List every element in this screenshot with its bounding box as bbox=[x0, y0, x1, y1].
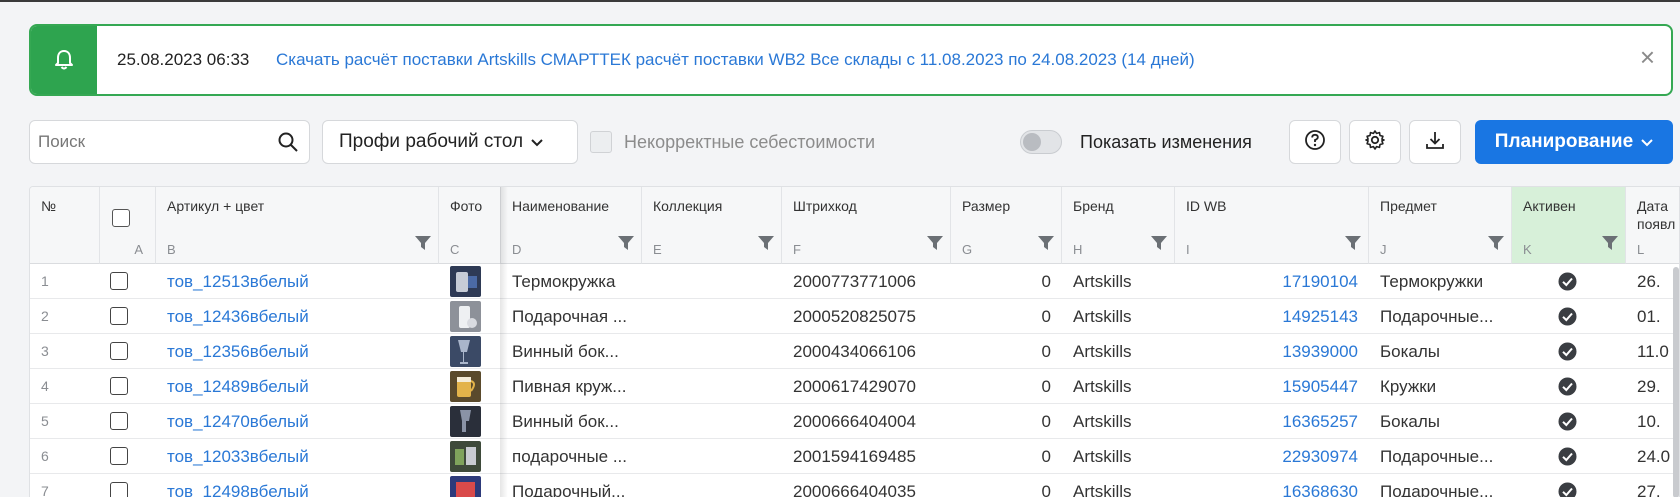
table-row[interactable]: 1 тов_12513вбелый Термокружка 2000773771… bbox=[30, 264, 1679, 299]
column-header-number[interactable]: № bbox=[30, 187, 100, 264]
column-header-active[interactable]: Активен K bbox=[1512, 187, 1626, 264]
row-checkbox[interactable] bbox=[110, 342, 128, 360]
column-header-select: A bbox=[100, 187, 156, 264]
search-input[interactable] bbox=[38, 131, 258, 153]
vertical-scrollbar[interactable] bbox=[1673, 267, 1679, 497]
row-checkbox[interactable] bbox=[110, 272, 128, 290]
filter-icon[interactable] bbox=[1344, 234, 1362, 257]
article-link[interactable]: тов_12513вбелый bbox=[156, 264, 439, 299]
article-link[interactable]: тов_12436вбелый bbox=[156, 299, 439, 334]
download-button[interactable] bbox=[1409, 120, 1461, 164]
gear-icon bbox=[1364, 129, 1386, 156]
show-changes-toggle[interactable] bbox=[1020, 130, 1062, 154]
id-wb-link[interactable]: 17190104 bbox=[1175, 264, 1369, 299]
row-checkbox[interactable] bbox=[110, 377, 128, 395]
incorrect-cost-label: Некорректные себестоимости bbox=[624, 131, 876, 152]
incorrect-cost-filter: Некорректные себестоимости bbox=[590, 131, 875, 153]
notification-date: 25.08.2023 06:33 bbox=[117, 50, 250, 69]
workspace-select-value: Профи рабочий стол bbox=[339, 131, 524, 152]
product-photo bbox=[450, 441, 481, 472]
table-row[interactable]: 7 тов_12498вбелый Подарочный... 20006664… bbox=[30, 474, 1679, 497]
filter-icon[interactable] bbox=[757, 234, 775, 257]
product-photo bbox=[450, 406, 481, 437]
table-row[interactable]: 6 тов_12033вбелый подарочные ... 2001594… bbox=[30, 439, 1679, 474]
product-photo bbox=[450, 266, 481, 297]
table-row[interactable]: 5 тов_12470вбелый Винный бок... 20006664… bbox=[30, 404, 1679, 439]
workspace-select[interactable]: Профи рабочий стол bbox=[322, 120, 578, 164]
check-circle-icon bbox=[1558, 342, 1577, 361]
products-table: № A Артикул + цвет B Фото C Наименование… bbox=[29, 186, 1680, 497]
column-header-barcode[interactable]: Штрихкод F bbox=[782, 187, 951, 264]
frozen-columns-shadow bbox=[500, 187, 508, 497]
column-header-article[interactable]: Артикул + цвет B bbox=[156, 187, 439, 264]
filter-icon[interactable] bbox=[926, 234, 944, 257]
question-circle-icon bbox=[1304, 129, 1326, 156]
column-header-name[interactable]: Наименование D bbox=[501, 187, 642, 264]
settings-button[interactable] bbox=[1349, 120, 1401, 164]
check-circle-icon bbox=[1558, 412, 1577, 431]
filter-icon[interactable] bbox=[1037, 234, 1055, 257]
column-header-date[interactable]: Дата появл L bbox=[1626, 187, 1679, 264]
article-link[interactable]: тов_12470вбелый bbox=[156, 404, 439, 439]
help-button[interactable] bbox=[1289, 120, 1341, 164]
filter-icon[interactable] bbox=[617, 234, 635, 257]
product-photo bbox=[450, 371, 481, 402]
toggle-knob bbox=[1023, 133, 1041, 151]
download-icon bbox=[1424, 129, 1446, 156]
filter-icon[interactable] bbox=[414, 234, 432, 257]
check-circle-icon bbox=[1558, 307, 1577, 326]
column-header-collection[interactable]: Коллекция E bbox=[642, 187, 782, 264]
row-checkbox[interactable] bbox=[110, 412, 128, 430]
filter-icon[interactable] bbox=[1601, 234, 1619, 257]
incorrect-cost-checkbox[interactable] bbox=[590, 131, 612, 153]
planning-button-label: Планирование bbox=[1494, 131, 1634, 152]
show-changes-label: Показать изменения bbox=[1080, 131, 1252, 152]
column-header-id-wb[interactable]: ID WB I bbox=[1175, 187, 1369, 264]
filter-icon[interactable] bbox=[1487, 234, 1505, 257]
row-checkbox[interactable] bbox=[110, 482, 128, 497]
row-checkbox[interactable] bbox=[110, 447, 128, 465]
filter-icon[interactable] bbox=[1150, 234, 1168, 257]
check-circle-icon bbox=[1558, 272, 1577, 291]
product-photo bbox=[450, 476, 481, 497]
table-row[interactable]: 4 тов_12489вбелый Пивная круж... 2000617… bbox=[30, 369, 1679, 404]
article-link[interactable]: тов_12498вбелый bbox=[156, 474, 439, 497]
product-photo bbox=[450, 301, 481, 332]
check-circle-icon bbox=[1558, 482, 1577, 497]
column-header-size[interactable]: Размер G bbox=[951, 187, 1062, 264]
download-calculation-link[interactable]: Скачать расчёт поставки Artskills СМАРТТ… bbox=[276, 50, 1195, 70]
close-notification-button[interactable]: × bbox=[1640, 44, 1655, 70]
id-wb-link[interactable]: 14925143 bbox=[1175, 299, 1369, 334]
show-changes-control: Показать изменения bbox=[1020, 130, 1252, 154]
id-wb-link[interactable]: 15905447 bbox=[1175, 369, 1369, 404]
id-wb-link[interactable]: 16365257 bbox=[1175, 404, 1369, 439]
id-wb-link[interactable]: 16368630 bbox=[1175, 474, 1369, 497]
id-wb-link[interactable]: 13939000 bbox=[1175, 334, 1369, 369]
column-header-photo[interactable]: Фото C bbox=[439, 187, 501, 264]
bell-icon bbox=[31, 26, 97, 94]
table-row[interactable]: 2 тов_12436вбелый Подарочная ... 2000520… bbox=[30, 299, 1679, 334]
column-header-subject[interactable]: Предмет J bbox=[1369, 187, 1512, 264]
top-border bbox=[0, 0, 1680, 2]
table-row[interactable]: 3 тов_12356вбелый Винный бок... 20004340… bbox=[30, 334, 1679, 369]
select-all-checkbox[interactable] bbox=[112, 209, 130, 227]
check-circle-icon bbox=[1558, 447, 1577, 466]
product-photo bbox=[450, 336, 481, 367]
chevron-down-icon bbox=[531, 131, 543, 153]
search-icon[interactable] bbox=[277, 131, 299, 158]
article-link[interactable]: тов_12356вбелый bbox=[156, 334, 439, 369]
planning-button[interactable]: Планирование bbox=[1475, 120, 1673, 164]
row-checkbox[interactable] bbox=[110, 307, 128, 325]
article-link[interactable]: тов_12489вбелый bbox=[156, 369, 439, 404]
notification-banner: 25.08.2023 06:33 Скачать расчёт поставки… bbox=[29, 24, 1673, 96]
check-circle-icon bbox=[1558, 377, 1577, 396]
search-box bbox=[29, 120, 310, 164]
article-link[interactable]: тов_12033вбелый bbox=[156, 439, 439, 474]
id-wb-link[interactable]: 22930974 bbox=[1175, 439, 1369, 474]
column-header-brand[interactable]: Бренд H bbox=[1062, 187, 1175, 264]
chevron-down-icon bbox=[1641, 131, 1653, 153]
